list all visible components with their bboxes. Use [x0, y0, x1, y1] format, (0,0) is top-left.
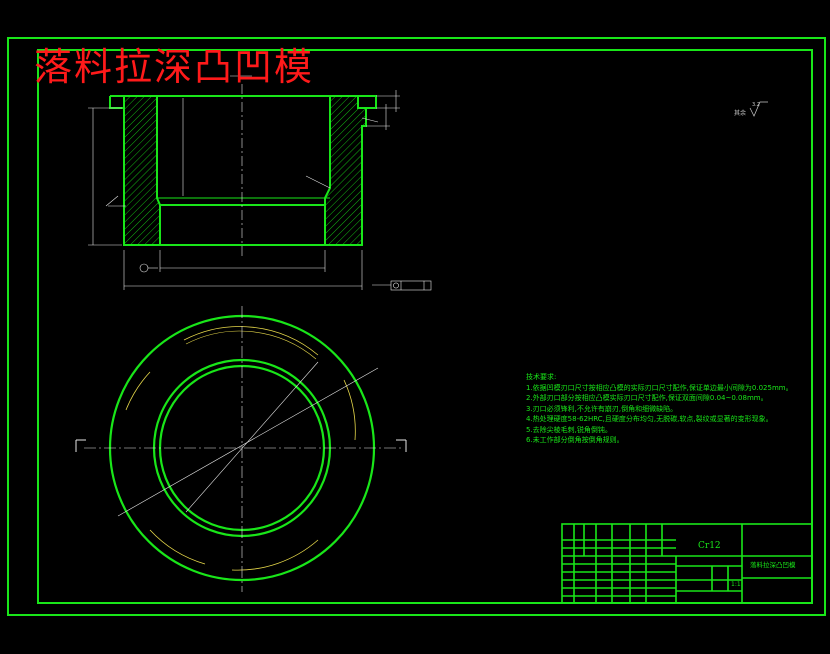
hidden-arc-top [183, 326, 319, 356]
hidden-arc-bottom [231, 539, 319, 571]
hidden-arc-right [343, 379, 356, 441]
scale-label: 1:1 [731, 581, 741, 588]
cad-drawing [7, 37, 826, 616]
hidden-arc-top-inner [185, 330, 317, 360]
requirement-item: 1.依据凹模刃口尺寸按相应凸模的实际刃口尺寸配作,保证单边最小间隙为0.025m… [526, 383, 793, 392]
requirement-item: 6.未工作部分倒角按倒角规则。 [526, 436, 624, 444]
roughness-value: 3.2 [752, 102, 760, 108]
flange-left [109, 96, 124, 109]
material-label: Cr12 [698, 541, 721, 551]
diameter-leader-1 [117, 367, 379, 517]
technical-requirements: 技术要求: 1.依据凹模刃口尺寸按相应凸模的实际刃口尺寸配作,保证单边最小间隙为… [526, 372, 793, 446]
plan-view [75, 306, 407, 592]
flange-right [358, 95, 377, 109]
hidden-arc-left [149, 529, 206, 565]
title-block-part-name: 落料拉深凸凹模 [750, 561, 796, 569]
requirement-item: 4.热处理硬度58-62HRC,且硬度分布均匀,无脱碳,软点,裂纹或显著的变形现… [526, 415, 773, 423]
left-wall-section [123, 95, 161, 246]
section-view [109, 84, 377, 258]
right-wall-section [324, 95, 367, 246]
requirement-item: 5.去除尖棱毛刺,锐角倒钝。 [526, 425, 612, 434]
requirements-heading: 技术要求: [526, 373, 557, 381]
diameter-leader-2 [185, 361, 319, 513]
requirement-item: 2.外部刃口部分按相应凸模实际刃口尺寸配作,保证双面间隙0.04~0.08mm。 [526, 394, 768, 402]
drawing-title: 落料拉深凸凹模 [34, 45, 315, 89]
requirement-item: 3.刃口必须锋利,不允许有崩刃,倒角和细微缺陷。 [526, 404, 678, 413]
roughness-label: 其余 [734, 110, 747, 117]
